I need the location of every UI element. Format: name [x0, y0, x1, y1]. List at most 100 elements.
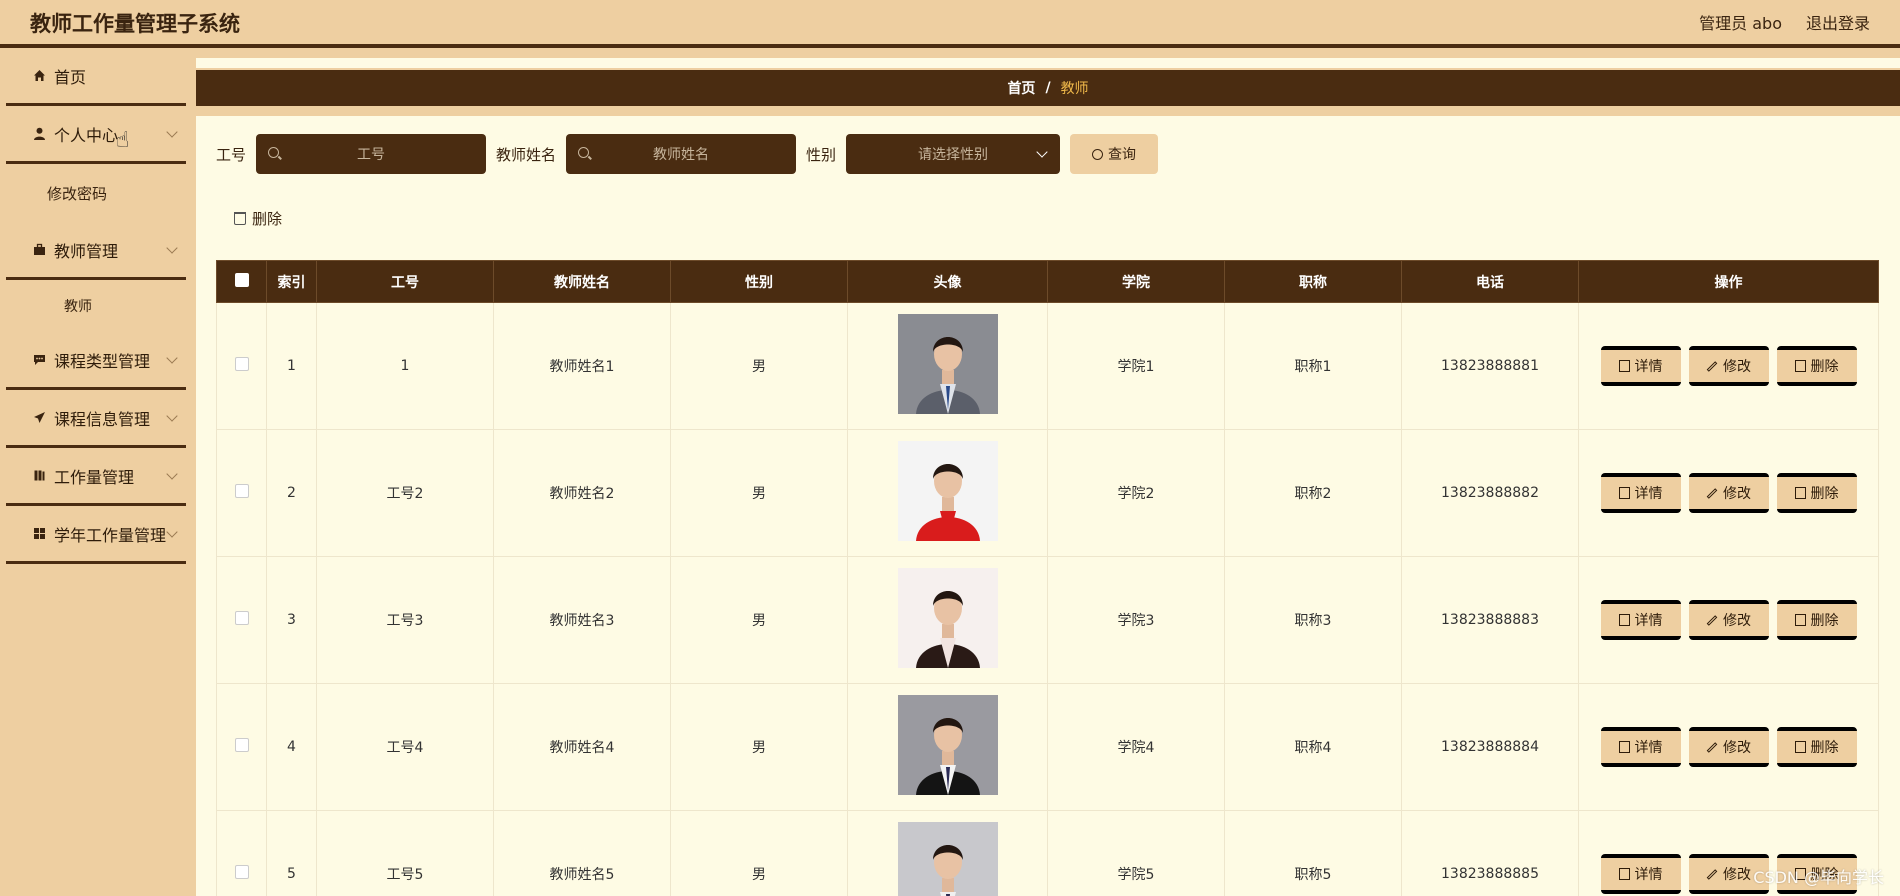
row-checkbox[interactable]	[216, 810, 267, 896]
trash-icon	[1794, 487, 1806, 499]
cell-title: 职称4	[1224, 683, 1402, 811]
sidebar-item-label: 学年工作量管理	[54, 525, 167, 545]
gender-select[interactable]: 请选择性别	[846, 134, 1061, 174]
sidebar-item-label: 教师管理	[54, 241, 119, 261]
select-all-checkbox[interactable]	[216, 260, 267, 303]
edit-label: 修改	[1723, 740, 1751, 756]
sidebar-item-personal-center[interactable]: 个人中心	[6, 106, 186, 164]
row-checkbox[interactable]	[216, 683, 267, 811]
teacher-name-placeholder: 教师姓名	[653, 147, 710, 163]
edit-label: 修改	[1723, 613, 1751, 629]
cell-college: 学院2	[1047, 429, 1225, 557]
employee-id-input[interactable]: 工号	[256, 134, 487, 174]
sidebar-item-teacher-management[interactable]: 教师管理	[6, 222, 186, 280]
cell-phone: 13823888881	[1401, 302, 1579, 430]
sidebar-subitem-change-password[interactable]: 修改密码	[6, 164, 186, 222]
cell-employee-id: 工号5	[316, 810, 494, 896]
query-button[interactable]: 查询	[1070, 134, 1159, 174]
grid-icon	[32, 527, 46, 541]
cell-index: 5	[266, 810, 317, 896]
table-row: 4 工号4 教师姓名4 男 学院4 职称4 13823888884 详情 修改 …	[216, 683, 1879, 811]
send-icon	[32, 411, 46, 425]
row-checkbox[interactable]	[216, 429, 267, 557]
sidebar-item-workload[interactable]: 工作量管理	[6, 448, 186, 506]
cell-title: 职称5	[1224, 810, 1402, 896]
cell-gender: 男	[670, 429, 848, 557]
sidebar-item-label: 首页	[54, 67, 87, 87]
edit-button[interactable]: 修改	[1688, 727, 1769, 767]
detail-button[interactable]: 详情	[1600, 473, 1681, 513]
logout-link[interactable]: 退出登录	[1806, 10, 1870, 34]
batch-delete-label: 删除	[252, 210, 283, 228]
delete-button[interactable]: 删除	[1776, 727, 1857, 767]
trash-icon	[1794, 614, 1806, 626]
edit-button[interactable]: 修改	[1688, 600, 1769, 640]
detail-button[interactable]: 详情	[1600, 600, 1681, 640]
sidebar-item-yearly-workload[interactable]: 学年工作量管理	[6, 506, 186, 564]
top-strip-inner	[196, 58, 1900, 68]
search-bar: 工号 工号 教师姓名 教师姓名 性别 请选择性别 查询	[216, 134, 1159, 174]
cell-title: 职称3	[1224, 556, 1402, 684]
cell-avatar	[847, 429, 1048, 557]
column-header: 工号	[316, 260, 494, 303]
sidebar: 首页 个人中心 修改密码 教师管理 教师 课程类型管理 课程信息管理 工作量管理	[0, 48, 196, 896]
column-header: 索引	[266, 260, 317, 303]
batch-delete-button[interactable]: 删除	[234, 208, 282, 229]
cell-teacher-name: 教师姓名4	[493, 683, 671, 811]
breadcrumb-home[interactable]: 首页	[1007, 78, 1035, 98]
detail-button[interactable]: 详情	[1600, 854, 1681, 894]
watermark: CSDN @毕向学长	[1753, 868, 1884, 887]
row-checkbox[interactable]	[216, 556, 267, 684]
search-icon	[578, 147, 590, 158]
sidebar-item-course-type[interactable]: 课程类型管理	[6, 332, 186, 390]
avatar[interactable]	[897, 314, 998, 414]
sidebar-subitem-teacher[interactable]: 教师	[6, 280, 186, 332]
trash-icon	[1794, 360, 1806, 372]
cell-gender: 男	[670, 556, 848, 684]
chevron-down-icon	[166, 526, 178, 538]
detail-label: 详情	[1634, 613, 1663, 629]
avatar[interactable]	[897, 441, 998, 541]
pencil-icon	[1706, 614, 1718, 626]
cell-avatar	[847, 683, 1048, 811]
main-content: 首页 / 教师 工号 工号 教师姓名 教师姓名 性别 请选择性别 查询 删除 索…	[196, 48, 1900, 896]
teacher-name-input[interactable]: 教师姓名	[566, 134, 797, 174]
detail-button[interactable]: 详情	[1600, 727, 1681, 767]
cell-gender: 男	[670, 683, 848, 811]
document-icon	[1618, 360, 1630, 372]
column-header: 电话	[1401, 260, 1579, 303]
delete-button[interactable]: 删除	[1776, 473, 1857, 513]
delete-label: 删除	[1810, 613, 1839, 629]
cell-avatar	[847, 556, 1048, 684]
sidebar-item-course-info[interactable]: 课程信息管理	[6, 390, 186, 448]
breadcrumb-current: 教师	[1060, 81, 1089, 97]
row-checkbox[interactable]	[216, 302, 267, 430]
header-actions: 管理员 abo 退出登录	[1699, 10, 1870, 34]
sidebar-item-home[interactable]: 首页	[6, 48, 186, 106]
detail-label: 详情	[1634, 740, 1663, 756]
delete-button[interactable]: 删除	[1776, 600, 1857, 640]
cell-phone: 13823888885	[1401, 810, 1579, 896]
detail-button[interactable]: 详情	[1600, 346, 1681, 386]
cell-index: 4	[266, 683, 317, 811]
sidebar-item-label: 课程类型管理	[54, 351, 151, 371]
cell-college: 学院5	[1047, 810, 1225, 896]
current-user[interactable]: 管理员 abo	[1699, 10, 1782, 34]
detail-label: 详情	[1634, 359, 1663, 375]
avatar[interactable]	[897, 695, 998, 795]
cell-actions: 详情 修改 删除	[1578, 429, 1879, 557]
employee-id-placeholder: 工号	[357, 147, 386, 163]
chat-icon	[32, 353, 46, 367]
column-header: 职称	[1224, 260, 1402, 303]
avatar[interactable]	[897, 822, 998, 896]
cell-teacher-name: 教师姓名1	[493, 302, 671, 430]
breadcrumb-separator: /	[1045, 80, 1051, 96]
cell-index: 2	[266, 429, 317, 557]
cell-teacher-name: 教师姓名5	[493, 810, 671, 896]
avatar[interactable]	[897, 568, 998, 668]
delete-button[interactable]: 删除	[1776, 346, 1857, 386]
pencil-icon	[1706, 487, 1718, 499]
cell-gender: 男	[670, 810, 848, 896]
edit-button[interactable]: 修改	[1688, 346, 1769, 386]
edit-button[interactable]: 修改	[1688, 473, 1769, 513]
